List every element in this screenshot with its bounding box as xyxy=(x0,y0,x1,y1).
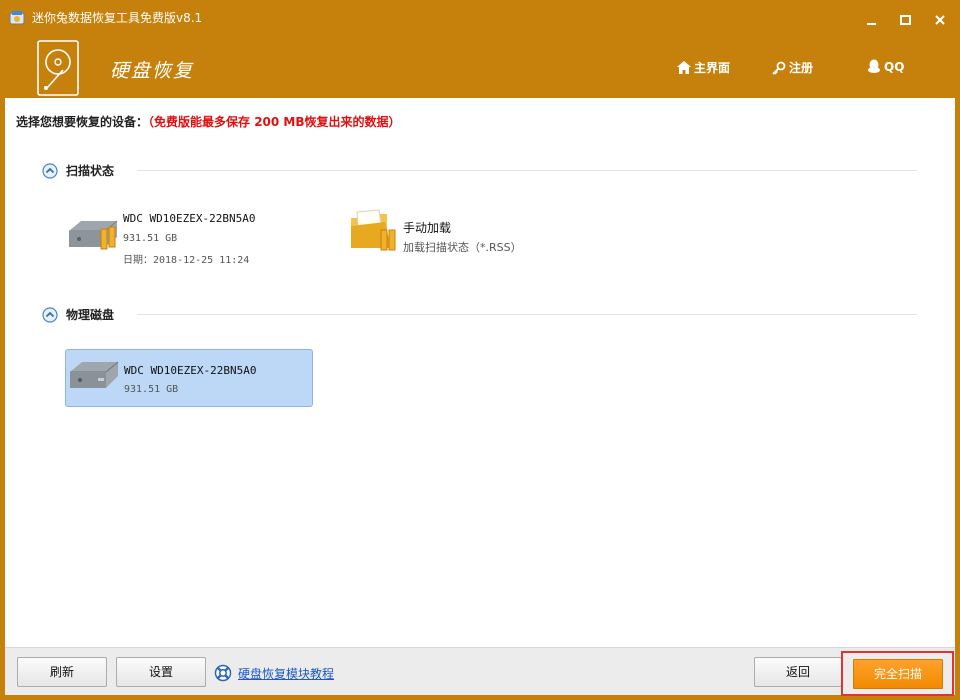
section-divider xyxy=(137,314,917,315)
key-icon xyxy=(772,61,786,75)
footer-toolbar: 刷新 设置 硬盘恢复模块教程 返回 完全扫描 xyxy=(5,647,955,696)
nav-qq-link[interactable]: QQ xyxy=(867,59,904,74)
home-icon xyxy=(677,61,691,74)
drive-size: 931.51 GB xyxy=(123,233,178,244)
scan-status-section-header[interactable]: 扫描状态 xyxy=(42,162,114,179)
nav-register-label: 注册 xyxy=(789,61,814,75)
drive-size: 931.51 GB xyxy=(124,384,179,395)
physical-disks-section-header[interactable]: 物理磁盘 xyxy=(42,306,114,323)
app-window: 迷你兔数据恢复工具免费版v8.1 硬盘恢复 主界面 注册 QQ 选择您想要恢复的… xyxy=(0,0,960,700)
page-title: 硬盘恢复 xyxy=(110,60,195,82)
app-logo-icon xyxy=(9,11,25,25)
window-title: 迷你兔数据恢复工具免费版v8.1 xyxy=(32,11,203,25)
manual-load-item[interactable]: 手动加载 加载扫描状态（*.RSS） xyxy=(345,208,575,258)
hard-drive-icon xyxy=(70,361,119,388)
device-selection-panel: 选择您想要恢复的设备：（免费版能最多保存 200 MB恢复出来的数据） 扫描状态… xyxy=(5,98,955,647)
back-button[interactable]: 返回 xyxy=(754,657,842,687)
close-icon[interactable] xyxy=(930,10,950,30)
header-bar: 硬盘恢复 主界面 注册 QQ xyxy=(0,36,960,98)
nav-register-link[interactable]: 注册 xyxy=(772,59,813,76)
folder-icon xyxy=(351,209,396,251)
scan-date: 日期：2018-12-25 11:24 xyxy=(123,255,250,266)
nav-home-link[interactable]: 主界面 xyxy=(677,59,730,76)
manual-load-title: 手动加载 xyxy=(403,221,452,235)
physical-disk-item[interactable]: WDC WD10EZEX-22BN5A0 931.51 GB xyxy=(65,349,313,407)
nav-home-label: 主界面 xyxy=(694,61,731,75)
settings-button[interactable]: 设置 xyxy=(116,657,206,687)
qq-penguin-icon xyxy=(868,59,880,73)
lifebuoy-icon xyxy=(214,664,232,682)
manual-load-description: 加载扫描状态（*.RSS） xyxy=(403,241,522,254)
title-bar: 迷你兔数据恢复工具免费版v8.1 xyxy=(0,0,960,36)
physical-disks-label: 物理磁盘 xyxy=(66,308,115,322)
prompt-text: 选择您想要恢复的设备： xyxy=(16,115,149,129)
minimize-icon[interactable] xyxy=(861,10,881,30)
maximize-icon[interactable] xyxy=(895,10,915,30)
hard-drive-icon xyxy=(69,220,118,250)
scan-status-label: 扫描状态 xyxy=(66,164,115,178)
free-limit-note: （免费版能最多保存 200 MB恢复出来的数据） xyxy=(148,115,401,129)
scan-status-drive-item[interactable]: WDC WD10EZEX-22BN5A0 931.51 GB 日期：2018-1… xyxy=(65,208,315,266)
nav-qq-label: QQ xyxy=(884,59,905,74)
refresh-button[interactable]: 刷新 xyxy=(17,657,107,687)
tutorial-link-text: 硬盘恢复模块教程 xyxy=(238,666,335,681)
device-prompt: 选择您想要恢复的设备：（免费版能最多保存 200 MB恢复出来的数据） xyxy=(16,113,401,130)
collapse-chevron-icon[interactable] xyxy=(42,162,58,179)
collapse-chevron-icon[interactable] xyxy=(42,306,58,323)
section-divider xyxy=(137,170,917,171)
full-scan-highlight: 完全扫描 xyxy=(841,651,954,696)
full-scan-button[interactable]: 完全扫描 xyxy=(853,659,943,689)
tutorial-link[interactable]: 硬盘恢复模块教程 xyxy=(214,664,334,682)
drive-name: WDC WD10EZEX-22BN5A0 xyxy=(124,364,257,377)
hard-disk-logo-icon xyxy=(37,40,79,96)
drive-name: WDC WD10EZEX-22BN5A0 xyxy=(123,212,256,225)
